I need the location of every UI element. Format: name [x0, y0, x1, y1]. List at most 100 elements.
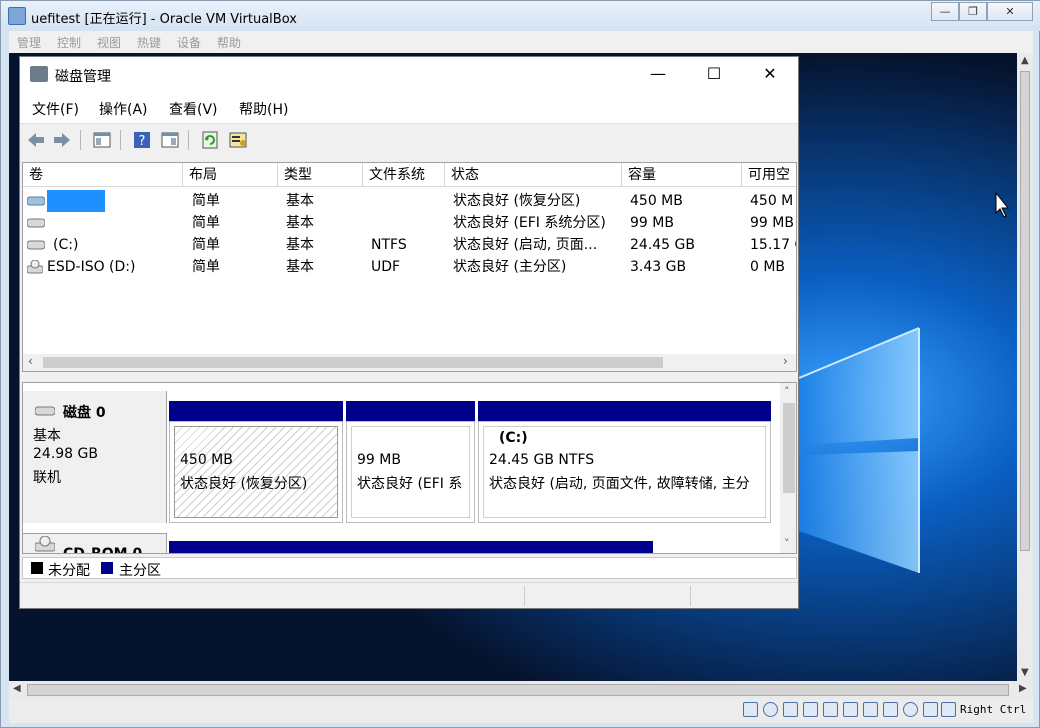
- partition-bar: [346, 401, 475, 421]
- scroll-down-icon[interactable]: ▼: [1021, 667, 1029, 678]
- table-row[interactable]: (C:) 简单 基本 NTFS 状态良好 (启动, 页面... 24.45 GB…: [23, 234, 796, 256]
- virtualbox-title: uefitest [正在运行] - Oracle VM VirtualBox: [31, 12, 297, 27]
- scroll-down-icon[interactable]: ˅: [784, 537, 790, 550]
- network-icon[interactable]: [803, 702, 818, 717]
- forward-icon[interactable]: [52, 130, 72, 150]
- disk-area-vscrollbar[interactable]: ˄ ˅: [780, 383, 796, 553]
- back-icon[interactable]: [26, 130, 46, 150]
- menu-file[interactable]: 文件(F): [32, 99, 79, 119]
- dm-minimize-button[interactable]: —: [638, 61, 678, 87]
- cd-drive-icon: [27, 260, 43, 274]
- vbox-menu-machine[interactable]: 管理: [17, 34, 41, 51]
- vbox-menu-view[interactable]: 视图: [97, 34, 121, 51]
- properties-icon[interactable]: [228, 130, 248, 150]
- scroll-left-icon[interactable]: ‹: [28, 354, 33, 368]
- virtualbox-titlebar: uefitest [正在运行] - Oracle VM VirtualBox —…: [1, 1, 1040, 31]
- dm-menubar: 文件(F) 操作(A) 查看(V) 帮助(H): [20, 91, 798, 123]
- disk0-size: 24.98 GB: [33, 446, 98, 462]
- vbox-menu-help[interactable]: 帮助: [217, 34, 241, 51]
- shared-folders-icon[interactable]: [843, 702, 858, 717]
- volume-fs: UDF: [371, 259, 401, 275]
- vbox-hscrollbar[interactable]: ◀ ▶: [9, 681, 1033, 699]
- partition-status: 状态良好 (恢复分区): [180, 476, 308, 492]
- svg-text:?: ?: [139, 134, 146, 149]
- partition-c[interactable]: (C:) 24.45 GB NTFS 状态良好 (启动, 页面文件, 故障转储,…: [478, 421, 771, 523]
- cdrom-label[interactable]: CD-ROM 0: [23, 533, 167, 553]
- vbox-menu-hotkeys[interactable]: 热键: [137, 34, 161, 51]
- display-icon[interactable]: [863, 702, 878, 717]
- optical-drive-icon[interactable]: [763, 702, 778, 717]
- partition-label: (C:): [499, 430, 528, 446]
- help-icon[interactable]: ?: [132, 130, 152, 150]
- volume-free: 99 MB: [750, 215, 794, 231]
- partition-efi[interactable]: 99 MB 状态良好 (EFI 系: [346, 421, 475, 523]
- cpu-activity-icon[interactable]: [903, 702, 918, 717]
- mouse-integration-icon[interactable]: [923, 702, 938, 717]
- dm-toolbar: ?: [20, 123, 798, 155]
- legend: 未分配 主分区: [22, 557, 797, 579]
- scroll-thumb[interactable]: [1020, 71, 1030, 551]
- audio-icon[interactable]: [783, 702, 798, 717]
- console-tree-icon[interactable]: [92, 130, 112, 150]
- partition-status: 状态良好 (启动, 页面文件, 故障转储, 主分: [489, 476, 750, 492]
- disk-layout-area: 磁盘 0 基本 24.98 GB 联机 450 MB 状态良好 (恢复分区) 9…: [22, 382, 797, 554]
- scroll-right-icon[interactable]: ▶: [1019, 683, 1027, 694]
- volume-layout: 简单: [192, 259, 220, 275]
- scroll-up-icon[interactable]: ˄: [784, 385, 790, 398]
- dm-close-button[interactable]: ✕: [750, 61, 790, 87]
- col-header-type[interactable]: 类型: [278, 163, 363, 187]
- vbox-minimize-button[interactable]: —: [931, 2, 959, 21]
- volume-capacity: 24.45 GB: [630, 237, 695, 253]
- legend-swatch-primary: [101, 562, 113, 574]
- menu-action[interactable]: 操作(A): [99, 99, 148, 119]
- col-header-layout[interactable]: 布局: [183, 163, 278, 187]
- vbox-vscrollbar[interactable]: ▲ ▼: [1017, 53, 1033, 681]
- scroll-thumb[interactable]: [783, 403, 795, 493]
- drive-icon: [27, 196, 45, 206]
- volume-list-hscrollbar[interactable]: ‹ ›: [23, 354, 796, 371]
- volume-list: 卷 布局 类型 文件系统 状态 容量 可用空 简单 基本 状态良好 (恢复分区)…: [22, 162, 797, 372]
- vbox-menu-control[interactable]: 控制: [57, 34, 81, 51]
- scroll-thumb[interactable]: [27, 684, 1009, 696]
- scroll-up-icon[interactable]: ▲: [1021, 55, 1029, 66]
- disk0-kind: 基本: [33, 428, 61, 444]
- hard-disk-icon[interactable]: [743, 702, 758, 717]
- volume-status: 状态良好 (主分区): [453, 259, 567, 275]
- disk0-label[interactable]: 磁盘 0 基本 24.98 GB 联机: [23, 391, 167, 523]
- volume-type: 基本: [286, 259, 314, 275]
- scroll-right-icon[interactable]: ›: [783, 354, 788, 368]
- volume-layout: 简单: [192, 193, 220, 209]
- menu-view[interactable]: 查看(V): [169, 99, 218, 119]
- col-header-status[interactable]: 状态: [445, 163, 622, 187]
- vbox-menu-devices[interactable]: 设备: [177, 34, 201, 51]
- volume-free: 450 M: [750, 193, 794, 209]
- col-header-volume[interactable]: 卷: [23, 163, 183, 187]
- usb-icon[interactable]: [823, 702, 838, 717]
- vbox-restore-button[interactable]: ❐: [959, 2, 987, 21]
- dm-maximize-button[interactable]: ☐: [694, 61, 734, 87]
- vbox-statusbar: Right Ctrl: [9, 699, 1033, 723]
- cd-drive-icon: [35, 536, 55, 552]
- volume-status: 状态良好 (启动, 页面...: [453, 237, 598, 253]
- action-pane-icon[interactable]: [160, 130, 180, 150]
- partition-recovery[interactable]: 450 MB 状态良好 (恢复分区): [169, 421, 343, 523]
- disk0-name: 磁盘 0: [63, 405, 106, 421]
- volume-capacity: 99 MB: [630, 215, 674, 231]
- col-header-filesystem[interactable]: 文件系统: [363, 163, 445, 187]
- table-row[interactable]: ESD-ISO (D:) 简单 基本 UDF 状态良好 (主分区) 3.43 G…: [23, 256, 796, 278]
- keyboard-capture-icon[interactable]: [941, 702, 956, 717]
- cdrom-partition-bar: [169, 541, 653, 553]
- disk0-state: 联机: [33, 470, 61, 486]
- scroll-left-icon[interactable]: ◀: [13, 683, 21, 694]
- vbox-close-button[interactable]: ✕: [987, 2, 1033, 21]
- menu-help[interactable]: 帮助(H): [239, 99, 288, 119]
- col-header-free[interactable]: 可用空: [742, 163, 796, 187]
- guest-display[interactable]: 磁盘管理 — ☐ ✕ 文件(F) 操作(A) 查看(V) 帮助(H) ? 卷 布…: [9, 53, 1017, 681]
- table-row[interactable]: 简单 基本 状态良好 (EFI 系统分区) 99 MB 99 MB: [23, 212, 796, 234]
- table-row[interactable]: 简单 基本 状态良好 (恢复分区) 450 MB 450 M: [23, 190, 796, 212]
- legend-label: 主分区: [119, 563, 161, 579]
- video-capture-icon[interactable]: [883, 702, 898, 717]
- scroll-thumb[interactable]: [43, 357, 663, 368]
- col-header-capacity[interactable]: 容量: [622, 163, 742, 187]
- refresh-icon[interactable]: [200, 130, 220, 150]
